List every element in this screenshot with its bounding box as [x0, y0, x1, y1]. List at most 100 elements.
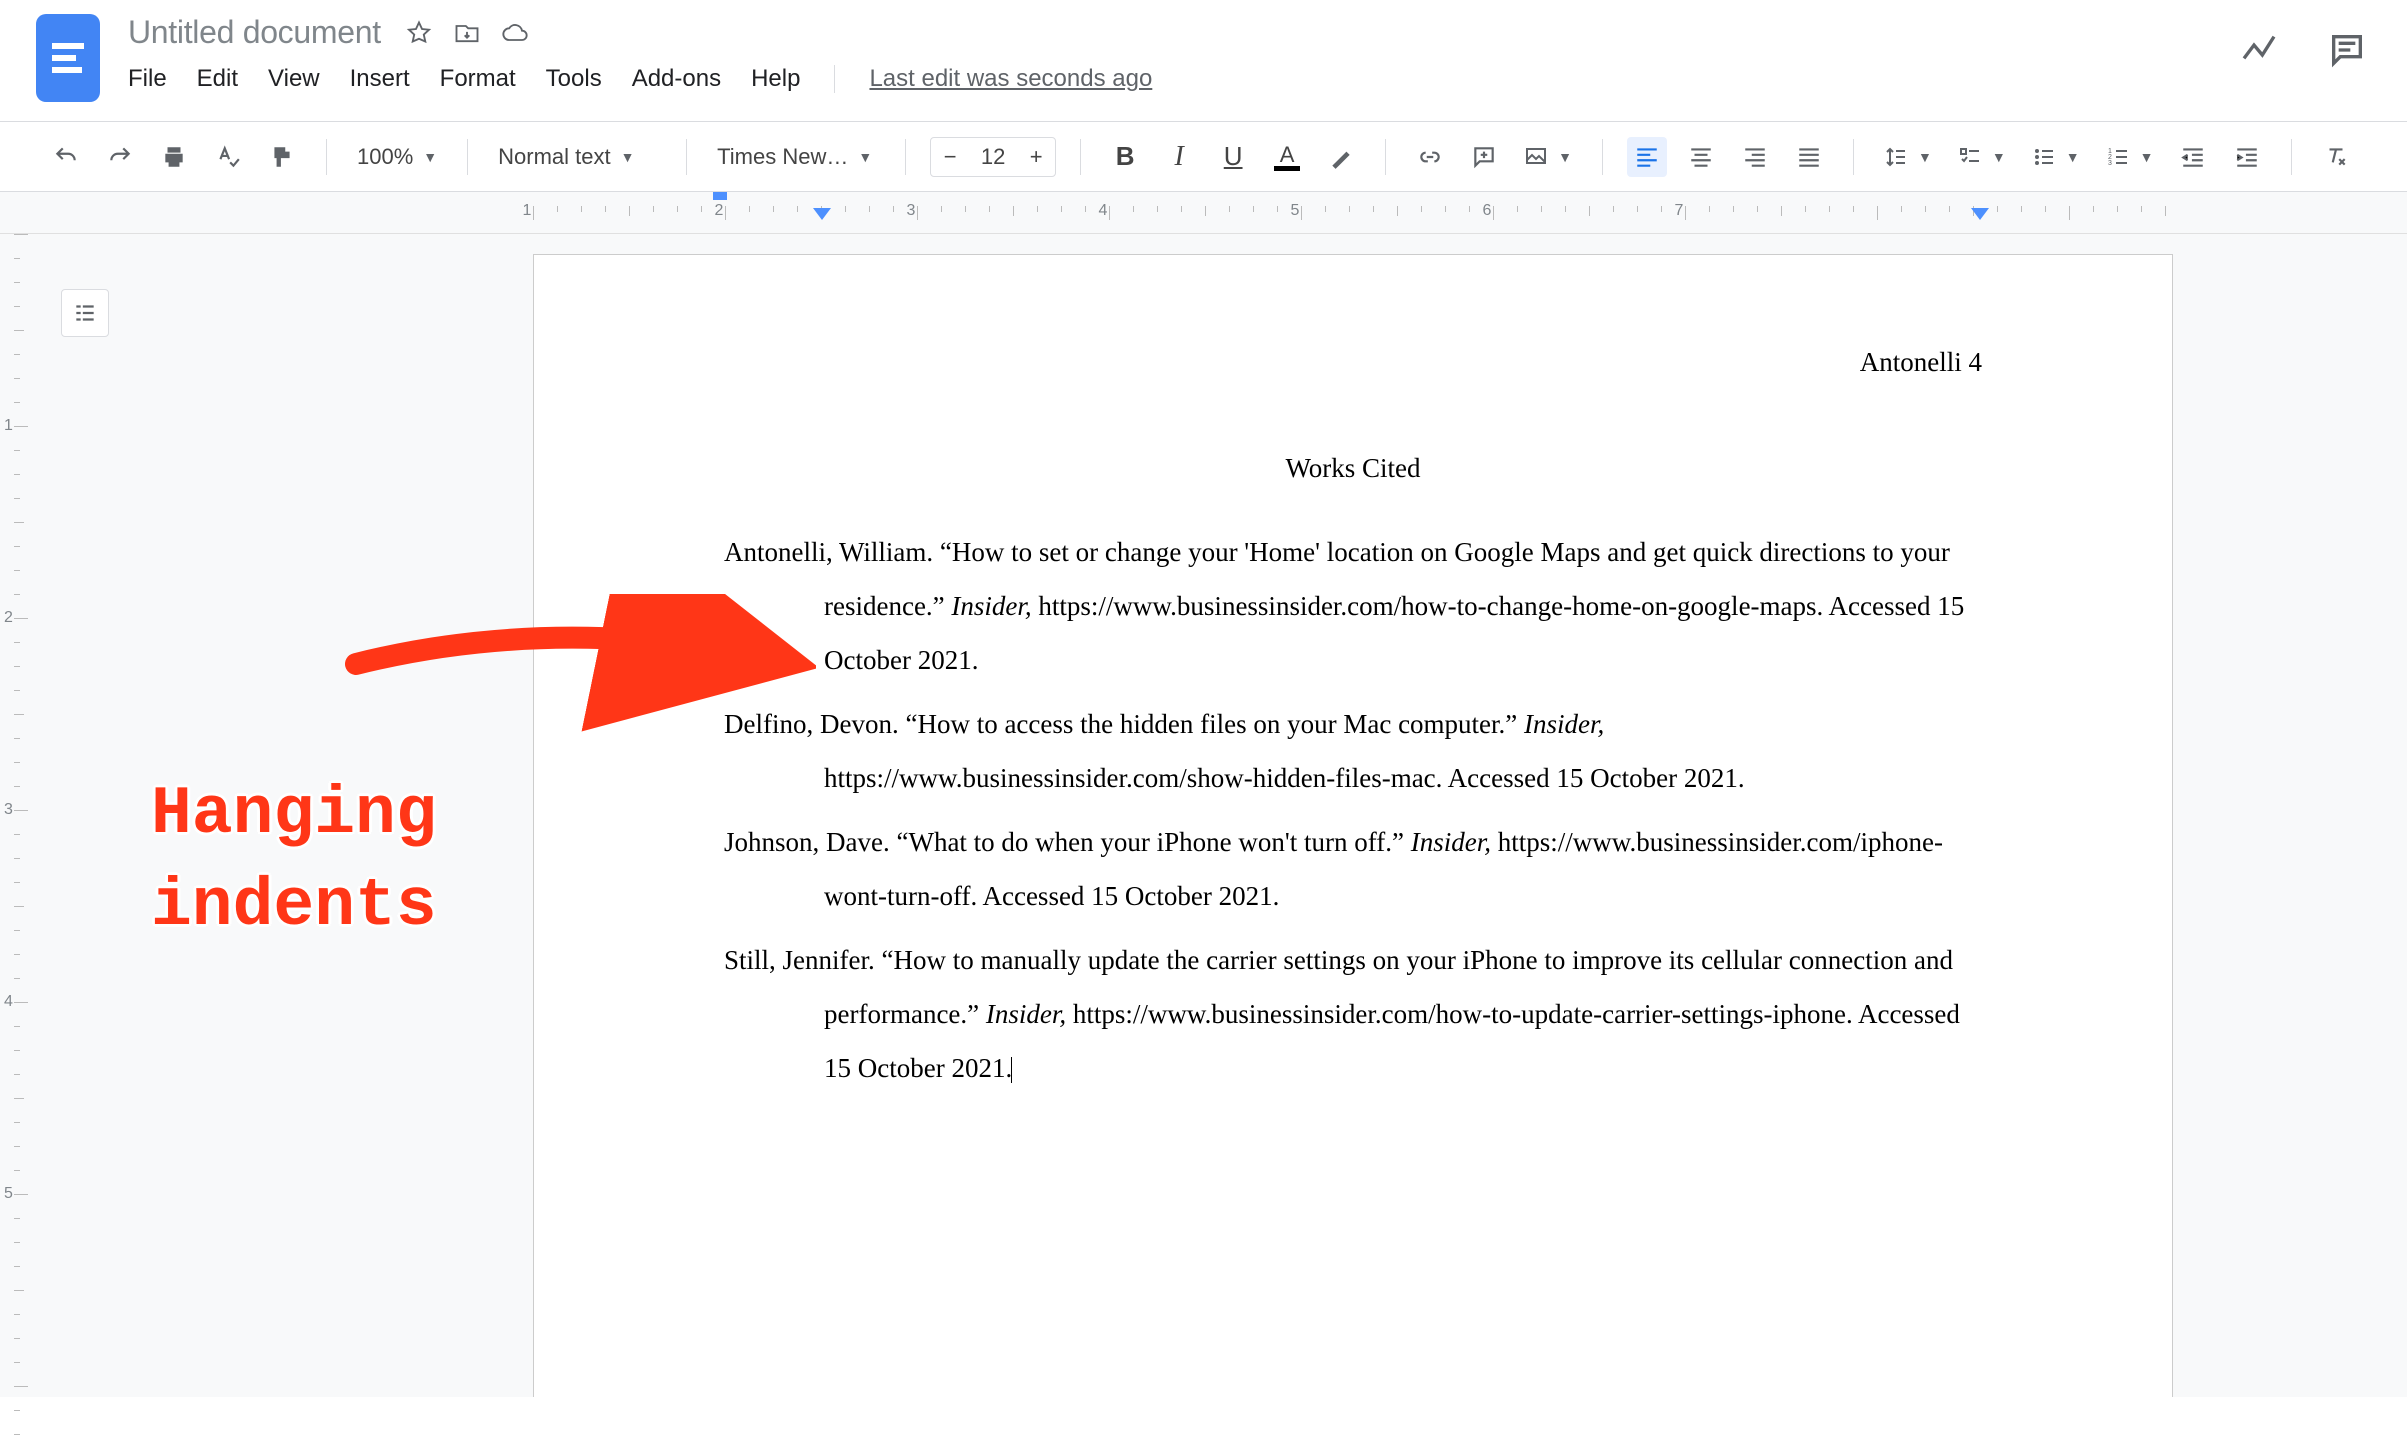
zoom-value: 100% [357, 144, 413, 170]
ruler-number: 5 [1291, 202, 1300, 220]
star-icon[interactable] [405, 19, 433, 47]
ruler-number: 3 [907, 202, 916, 220]
align-justify-button[interactable] [1789, 137, 1829, 177]
last-edit-link[interactable]: Last edit was seconds ago [869, 65, 1152, 93]
undo-button[interactable] [46, 137, 86, 177]
menu-separator [834, 65, 835, 93]
toolbar-separator [326, 139, 327, 175]
vertical-ruler[interactable]: 12345 [0, 234, 36, 1397]
highlight-color-button[interactable] [1321, 137, 1361, 177]
italic-button[interactable]: I [1159, 137, 1199, 177]
toolbar-separator [2291, 139, 2292, 175]
first-line-indent-marker[interactable] [713, 192, 727, 200]
numbered-list-dropdown[interactable]: 123▼ [2100, 145, 2160, 169]
ruler-number: 4 [4, 993, 13, 1011]
chevron-down-icon: ▼ [1992, 149, 2006, 165]
citation-source: Insider, [986, 999, 1066, 1029]
insert-image-dropdown[interactable]: ▼ [1518, 145, 1578, 169]
zoom-dropdown[interactable]: 100% ▼ [351, 144, 443, 170]
underline-button[interactable]: U [1213, 137, 1253, 177]
menu-insert[interactable]: Insert [350, 65, 410, 93]
menu-file[interactable]: File [128, 65, 167, 93]
toolbar-separator [1602, 139, 1603, 175]
increase-indent-button[interactable] [2227, 137, 2267, 177]
paint-format-button[interactable] [262, 137, 302, 177]
document-canvas[interactable]: Antonelli 4 Works Cited Antonelli, Willi… [36, 234, 2407, 1397]
page-header[interactable]: Antonelli 4 [724, 335, 1982, 389]
menu-view[interactable]: View [268, 65, 320, 93]
annotation-label: Hanging indents [151, 769, 437, 953]
clear-formatting-button[interactable] [2316, 137, 2356, 177]
comments-icon[interactable] [2327, 30, 2367, 75]
print-button[interactable] [154, 137, 194, 177]
toolbar-separator [1385, 139, 1386, 175]
checklist-dropdown[interactable]: ▼ [1952, 145, 2012, 169]
citation-entry[interactable]: Delfino, Devon. “How to access the hidde… [724, 697, 1982, 805]
menu-bar: File Edit View Insert Format Tools Add-o… [128, 65, 2371, 93]
horizontal-ruler[interactable]: 1234567 [0, 192, 2407, 234]
increase-font-button[interactable]: + [1017, 137, 1055, 177]
ruler-number: 4 [1099, 202, 1108, 220]
annotation-arrow [336, 594, 816, 754]
left-indent-marker[interactable] [813, 208, 831, 220]
font-family-dropdown[interactable]: Times New… ▼ [711, 144, 881, 170]
citation-entry[interactable]: Still, Jennifer. “How to manually update… [724, 933, 1982, 1095]
cloud-status-icon[interactable] [501, 19, 529, 47]
right-indent-marker[interactable] [1971, 208, 1989, 220]
toolbar-separator [905, 139, 906, 175]
activity-icon[interactable] [2239, 30, 2279, 75]
docs-logo[interactable] [36, 14, 100, 102]
paragraph-style-dropdown[interactable]: Normal text ▼ [492, 144, 662, 170]
chevron-down-icon: ▼ [621, 149, 635, 165]
add-comment-button[interactable] [1464, 137, 1504, 177]
decrease-font-button[interactable]: − [931, 137, 969, 177]
bulleted-list-dropdown[interactable]: ▼ [2026, 145, 2086, 169]
ruler-number: 3 [4, 801, 13, 819]
citation-entry[interactable]: Antonelli, William. “How to set or chang… [724, 525, 1982, 687]
citation-tail: https://www.businessinsider.com/show-hid… [824, 763, 1745, 793]
citation-lead: Johnson, Dave. “What to do when your iPh… [724, 827, 1411, 857]
align-center-button[interactable] [1681, 137, 1721, 177]
menu-addons[interactable]: Add-ons [632, 65, 721, 93]
paragraph-style-value: Normal text [498, 144, 610, 170]
citation-source: Insider, [951, 591, 1031, 621]
decrease-indent-button[interactable] [2173, 137, 2213, 177]
toolbar-separator [686, 139, 687, 175]
move-icon[interactable] [453, 19, 481, 47]
menu-format[interactable]: Format [440, 65, 516, 93]
menu-help[interactable]: Help [751, 65, 800, 93]
page[interactable]: Antonelli 4 Works Cited Antonelli, Willi… [533, 254, 2173, 1397]
works-cited-title[interactable]: Works Cited [724, 441, 1982, 495]
spellcheck-button[interactable] [208, 137, 248, 177]
app-header: Untitled document File Edit View Insert … [0, 0, 2407, 122]
chevron-down-icon: ▼ [1918, 149, 1932, 165]
citation-source: Insider, [1524, 709, 1604, 739]
ruler-number: 1 [523, 202, 532, 220]
ruler-number: 2 [715, 202, 724, 220]
font-family-value: Times New… [717, 144, 848, 170]
align-left-button[interactable] [1627, 137, 1667, 177]
menu-tools[interactable]: Tools [546, 65, 602, 93]
redo-button[interactable] [100, 137, 140, 177]
ruler-number: 1 [4, 417, 13, 435]
text-color-button[interactable]: A [1267, 137, 1307, 177]
bold-button[interactable]: B [1105, 137, 1145, 177]
document-outline-button[interactable] [61, 289, 109, 337]
font-size-value[interactable]: 12 [969, 144, 1017, 170]
title-block: Untitled document File Edit View Insert … [128, 14, 2371, 93]
menu-edit[interactable]: Edit [197, 65, 238, 93]
line-spacing-dropdown[interactable]: ▼ [1878, 145, 1938, 169]
citation-source: Insider, [1411, 827, 1491, 857]
font-size-stepper: − 12 + [930, 137, 1056, 177]
chevron-down-icon: ▼ [2140, 149, 2154, 165]
ruler-number: 7 [1675, 202, 1684, 220]
insert-link-button[interactable] [1410, 137, 1450, 177]
ruler-number: 5 [4, 1185, 13, 1203]
align-right-button[interactable] [1735, 137, 1775, 177]
citation-entry[interactable]: Johnson, Dave. “What to do when your iPh… [724, 815, 1982, 923]
doc-title[interactable]: Untitled document [128, 14, 381, 51]
toolbar-separator [1853, 139, 1854, 175]
chevron-down-icon: ▼ [858, 149, 872, 165]
citation-lead: Delfino, Devon. “How to access the hidde… [724, 709, 1524, 739]
chevron-down-icon: ▼ [1558, 149, 1572, 165]
